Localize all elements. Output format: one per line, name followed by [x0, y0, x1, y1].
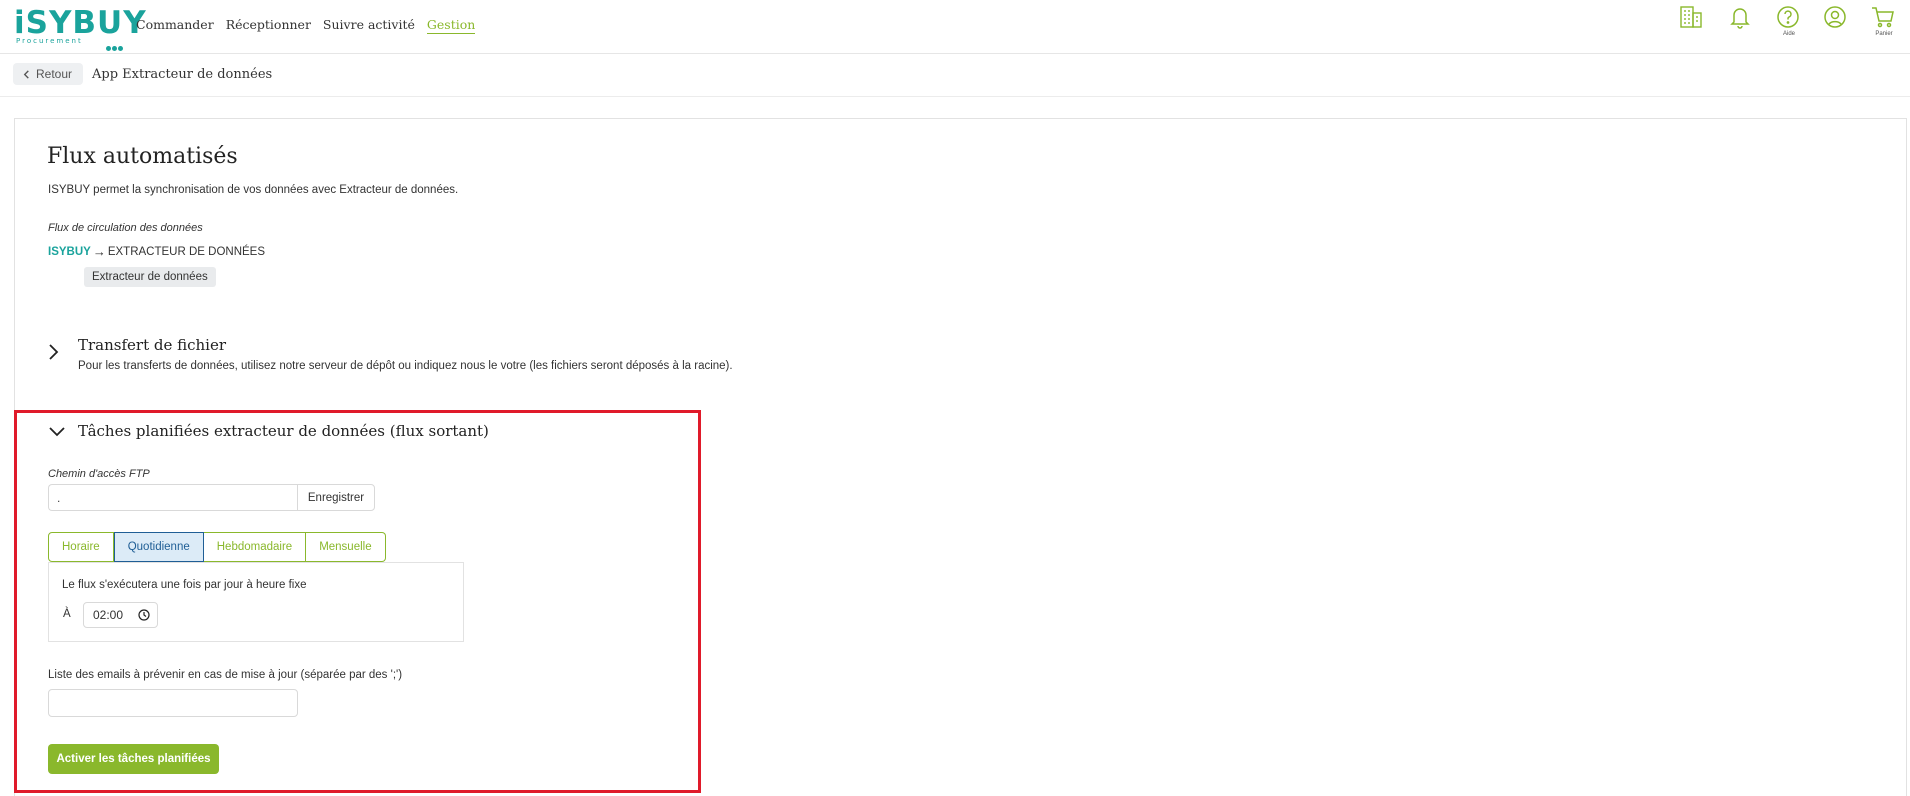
nav-item-gestion[interactable]: Gestion	[426, 17, 476, 34]
tab-mensuelle[interactable]: Mensuelle	[306, 532, 386, 562]
activate-scheduled-tasks-button[interactable]: Activer les tâches planifiées	[48, 744, 219, 774]
email-list-label: Liste des emails à prévenir en cas de mi…	[48, 669, 403, 681]
nav-item-suivre-activite[interactable]: Suivre activité	[323, 17, 415, 34]
top-navbar: iSYBUY Procurement Commander Réceptionne…	[0, 0, 1910, 54]
app-title: App Extracteur de données	[92, 67, 273, 82]
flow-diagram: ISYBUY → EXTRACTEUR DE DONNÉES	[48, 244, 265, 259]
connector-tag: Extracteur de données	[84, 267, 216, 287]
ftp-path-label: Chemin d'accès FTP	[48, 468, 150, 480]
frequency-tabs: Horaire Quotidienne Hebdomadaire Mensuel…	[48, 532, 386, 562]
bell-icon[interactable]	[1727, 4, 1755, 30]
logo-text: iSYBUY	[14, 5, 147, 41]
logo-dots	[106, 38, 126, 51]
help-label: Aide	[1782, 31, 1795, 37]
chevron-right-icon[interactable]	[46, 343, 60, 361]
clock-icon[interactable]	[138, 609, 150, 621]
flow-caption: Flux de circulation des données	[48, 222, 203, 234]
logo-subtext: Procurement	[16, 37, 83, 45]
email-list-input[interactable]	[48, 689, 298, 717]
time-input[interactable]: 02:00	[83, 602, 158, 628]
file-transfer-description: Pour les transferts de données, utilisez…	[78, 360, 733, 372]
ftp-path-input[interactable]	[48, 484, 298, 511]
account-icon[interactable]	[1822, 4, 1850, 30]
tab-hebdomadaire[interactable]: Hebdomadaire	[203, 532, 307, 562]
tab-horaire[interactable]: Horaire	[48, 532, 114, 562]
intro-text: ISYBUY permet la synchronisation de vos …	[48, 184, 459, 196]
save-ftp-button[interactable]: Enregistrer	[297, 484, 375, 511]
file-transfer-title[interactable]: Transfert de fichier	[78, 336, 226, 354]
scheduled-tasks-title[interactable]: Tâches planifiées extracteur de données …	[78, 422, 489, 440]
chevron-left-icon	[23, 69, 29, 79]
nav-item-commander[interactable]: Commander	[136, 17, 214, 34]
back-button-label: Retour	[36, 67, 73, 81]
nav-item-receptionner[interactable]: Réceptionner	[226, 17, 311, 34]
isybuy-logo[interactable]: iSYBUY Procurement	[14, 6, 146, 51]
arrow-right-icon: →	[92, 244, 106, 259]
main-nav: Commander Réceptionner Suivre activité G…	[136, 17, 476, 34]
buildings-icon[interactable]	[1678, 4, 1706, 30]
cart-label: Panier	[1875, 31, 1893, 37]
page-title: Flux automatisés	[47, 144, 238, 169]
flow-source: ISYBUY	[48, 245, 91, 258]
page-subheader: Retour App Extracteur de données	[0, 55, 1910, 97]
chevron-down-icon[interactable]	[48, 426, 66, 438]
time-prefix-label: À	[63, 608, 71, 620]
help-icon[interactable]	[1775, 4, 1803, 30]
time-value: 02:00	[93, 608, 124, 622]
cart-icon[interactable]	[1870, 4, 1898, 30]
flow-target: EXTRACTEUR DE DONNÉES	[107, 245, 266, 258]
daily-tab-panel: Le flux s'exécutera une fois par jour à …	[48, 562, 464, 642]
daily-description: Le flux s'exécutera une fois par jour à …	[62, 579, 307, 591]
back-button[interactable]: Retour	[13, 63, 84, 85]
tab-quotidienne[interactable]: Quotidienne	[113, 532, 204, 562]
